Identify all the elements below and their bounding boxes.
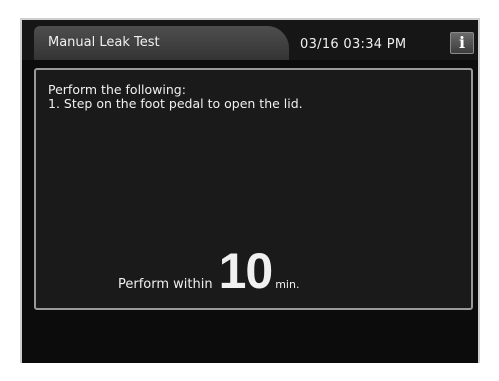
timer-unit: min. — [275, 278, 300, 291]
header-bar: Manual Leak Test 03/16 03:34 PM i — [22, 20, 478, 60]
message-panel: Perform the following: 1. Step on the fo… — [34, 68, 473, 310]
title-tab: Manual Leak Test — [34, 26, 289, 60]
info-icon: i — [458, 33, 466, 52]
info-button[interactable]: i — [450, 32, 474, 54]
datetime-display: 03/16 03:34 PM — [300, 37, 407, 52]
instruction-step: 1. Step on the foot pedal to open the li… — [48, 96, 303, 111]
screen-title: Manual Leak Test — [48, 35, 160, 50]
timer-prefix: Perform within — [118, 277, 213, 292]
instruction-heading: Perform the following: — [48, 82, 186, 97]
timer-value: 10 — [218, 243, 274, 299]
device-screen: Manual Leak Test 03/16 03:34 PM i Perfor… — [20, 18, 480, 363]
footer-area — [22, 318, 478, 363]
timer-message: Perform within 10 min. — [118, 242, 299, 300]
